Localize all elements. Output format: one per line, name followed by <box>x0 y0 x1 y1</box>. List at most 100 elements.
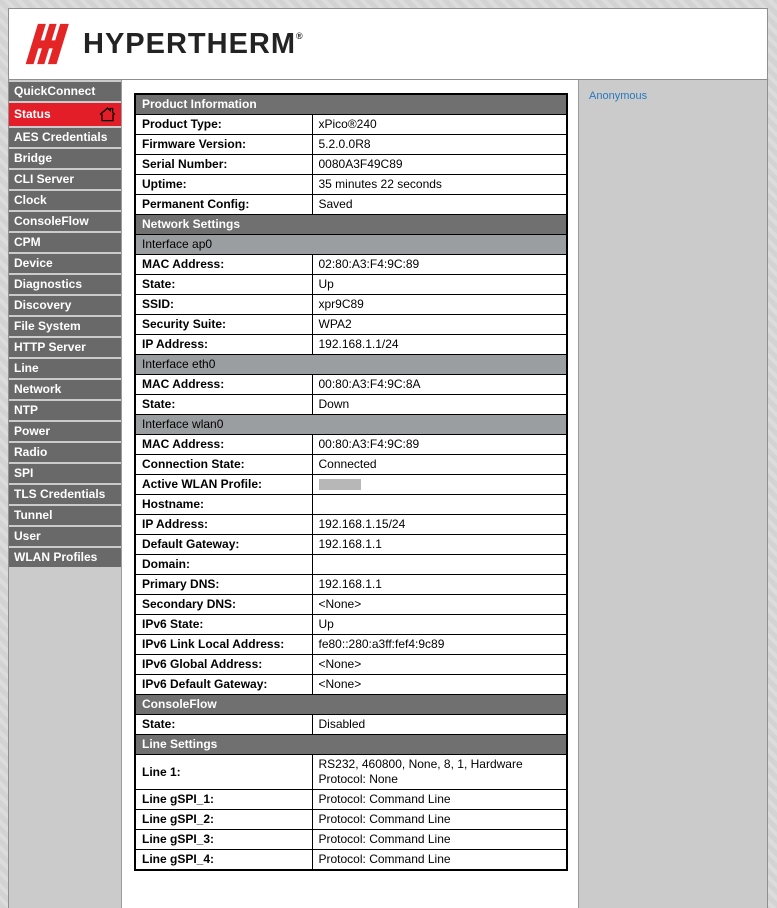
table-row: Default Gateway:192.168.1.1 <box>135 535 567 555</box>
sidebar-item-discovery[interactable]: Discovery <box>9 296 121 315</box>
sidebar-item-label: ConsoleFlow <box>14 212 89 231</box>
row-value: 192.168.1.1/24 <box>312 335 567 355</box>
row-value-line1: RS232, 460800, None, 8, 1, Hardware <box>319 757 523 771</box>
row-value: WPA2 <box>312 315 567 335</box>
table-row: Uptime:35 minutes 22 seconds <box>135 175 567 195</box>
sidebar-item-cli-server[interactable]: CLI Server <box>9 170 121 189</box>
table-row: MAC Address:02:80:A3:F4:9C:89 <box>135 255 567 275</box>
row-label: Line gSPI_3: <box>135 830 312 850</box>
sidebar-item-bridge[interactable]: Bridge <box>9 149 121 168</box>
sidebar-item-tls-credentials[interactable]: TLS Credentials <box>9 485 121 504</box>
table-row: SSID:xpr9C89 <box>135 295 567 315</box>
sidebar-item-ntp[interactable]: NTP <box>9 401 121 420</box>
main-content: Product InformationProduct Type:xPico®24… <box>122 80 579 908</box>
row-value: Connected <box>312 455 567 475</box>
table-row: IPv6 Default Gateway:<None> <box>135 675 567 695</box>
sidebar-item-wlan-profiles[interactable]: WLAN Profiles <box>9 548 121 567</box>
row-label: Uptime: <box>135 175 312 195</box>
table-row: IPv6 Global Address:<None> <box>135 655 567 675</box>
section-header: ConsoleFlow <box>135 695 567 715</box>
home-icon <box>99 107 116 122</box>
sidebar-item-aes-credentials[interactable]: AES Credentials <box>9 128 121 147</box>
subsection-header: Interface wlan0 <box>135 415 567 435</box>
sidebar-item-user[interactable]: User <box>9 527 121 546</box>
sidebar-item-label: User <box>14 527 41 546</box>
row-label: Primary DNS: <box>135 575 312 595</box>
sidebar-item-clock[interactable]: Clock <box>9 191 121 210</box>
row-label: MAC Address: <box>135 435 312 455</box>
sidebar-item-http-server[interactable]: HTTP Server <box>9 338 121 357</box>
sidebar-item-tunnel[interactable]: Tunnel <box>9 506 121 525</box>
row-label: Firmware Version: <box>135 135 312 155</box>
row-label: MAC Address: <box>135 255 312 275</box>
row-label: Default Gateway: <box>135 535 312 555</box>
sidebar-item-label: Discovery <box>14 296 71 315</box>
sidebar-item-label: Status <box>14 103 51 126</box>
sidebar-item-network[interactable]: Network <box>9 380 121 399</box>
row-value: 02:80:A3:F4:9C:89 <box>312 255 567 275</box>
row-value: 00:80:A3:F4:9C:89 <box>312 435 567 455</box>
row-value: Down <box>312 395 567 415</box>
subsection-header-row: Interface ap0 <box>135 235 567 255</box>
sidebar-item-label: TLS Credentials <box>14 485 105 504</box>
sidebar-item-line[interactable]: Line <box>9 359 121 378</box>
sidebar-item-label: Radio <box>14 443 47 462</box>
sidebar-item-file-system[interactable]: File System <box>9 317 121 336</box>
sidebar-item-label: File System <box>14 317 81 336</box>
section-header-row: ConsoleFlow <box>135 695 567 715</box>
sidebar-item-consoleflow[interactable]: ConsoleFlow <box>9 212 121 231</box>
username-link[interactable]: Anonymous <box>589 90 647 102</box>
sidebar-item-power[interactable]: Power <box>9 422 121 441</box>
sidebar-item-device[interactable]: Device <box>9 254 121 273</box>
table-row: Product Type:xPico®240 <box>135 115 567 135</box>
row-label: State: <box>135 275 312 295</box>
section-header: Product Information <box>135 94 567 115</box>
row-value: <None> <box>312 675 567 695</box>
sidebar-item-label: SPI <box>14 464 33 483</box>
table-row: Firmware Version:5.2.0.0R8 <box>135 135 567 155</box>
row-label: Domain: <box>135 555 312 575</box>
table-row: Line gSPI_3:Protocol: Command Line <box>135 830 567 850</box>
row-label: IP Address: <box>135 515 312 535</box>
section-header: Line Settings <box>135 735 567 755</box>
row-label: State: <box>135 395 312 415</box>
sidebar-item-label: Network <box>14 380 61 399</box>
status-table: Product InformationProduct Type:xPico®24… <box>134 93 568 871</box>
row-value: Disabled <box>312 715 567 735</box>
right-panel: Anonymous <box>579 80 767 908</box>
table-row: State:Up <box>135 275 567 295</box>
sidebar-item-label: QuickConnect <box>14 82 95 101</box>
header: HYPERTHERM® <box>9 9 767 80</box>
sidebar-item-label: Power <box>14 422 50 441</box>
table-row: MAC Address:00:80:A3:F4:9C:89 <box>135 435 567 455</box>
sidebar-item-quickconnect[interactable]: QuickConnect <box>9 82 121 101</box>
table-row: Hostname: <box>135 495 567 515</box>
sidebar-item-label: Tunnel <box>14 506 52 525</box>
table-row: State:Down <box>135 395 567 415</box>
sidebar-item-spi[interactable]: SPI <box>9 464 121 483</box>
table-row: IP Address:192.168.1.15/24 <box>135 515 567 535</box>
row-label: SSID: <box>135 295 312 315</box>
row-label: Line gSPI_2: <box>135 810 312 830</box>
sidebar-item-label: CPM <box>14 233 41 252</box>
row-label: Line gSPI_4: <box>135 850 312 871</box>
section-header-row: Product Information <box>135 94 567 115</box>
home-icon-wrap <box>99 107 116 122</box>
sidebar-item-radio[interactable]: Radio <box>9 443 121 462</box>
sidebar-item-diagnostics[interactable]: Diagnostics <box>9 275 121 294</box>
row-label: Security Suite: <box>135 315 312 335</box>
row-value: RS232, 460800, None, 8, 1, HardwareProto… <box>312 755 567 790</box>
subsection-header: Interface ap0 <box>135 235 567 255</box>
row-value-line2: Protocol: None <box>319 772 561 787</box>
sidebar-item-status[interactable]: Status <box>9 103 121 126</box>
sidebar-item-label: Diagnostics <box>14 275 82 294</box>
sidebar-item-label: Line <box>14 359 39 378</box>
row-label: Connection State: <box>135 455 312 475</box>
redacted-value-box <box>319 479 361 490</box>
table-row: Domain: <box>135 555 567 575</box>
sidebar-item-label: HTTP Server <box>14 338 86 357</box>
sidebar-item-cpm[interactable]: CPM <box>9 233 121 252</box>
row-value: Saved <box>312 195 567 215</box>
row-value: 00:80:A3:F4:9C:8A <box>312 375 567 395</box>
sidebar-item-label: WLAN Profiles <box>14 548 97 567</box>
